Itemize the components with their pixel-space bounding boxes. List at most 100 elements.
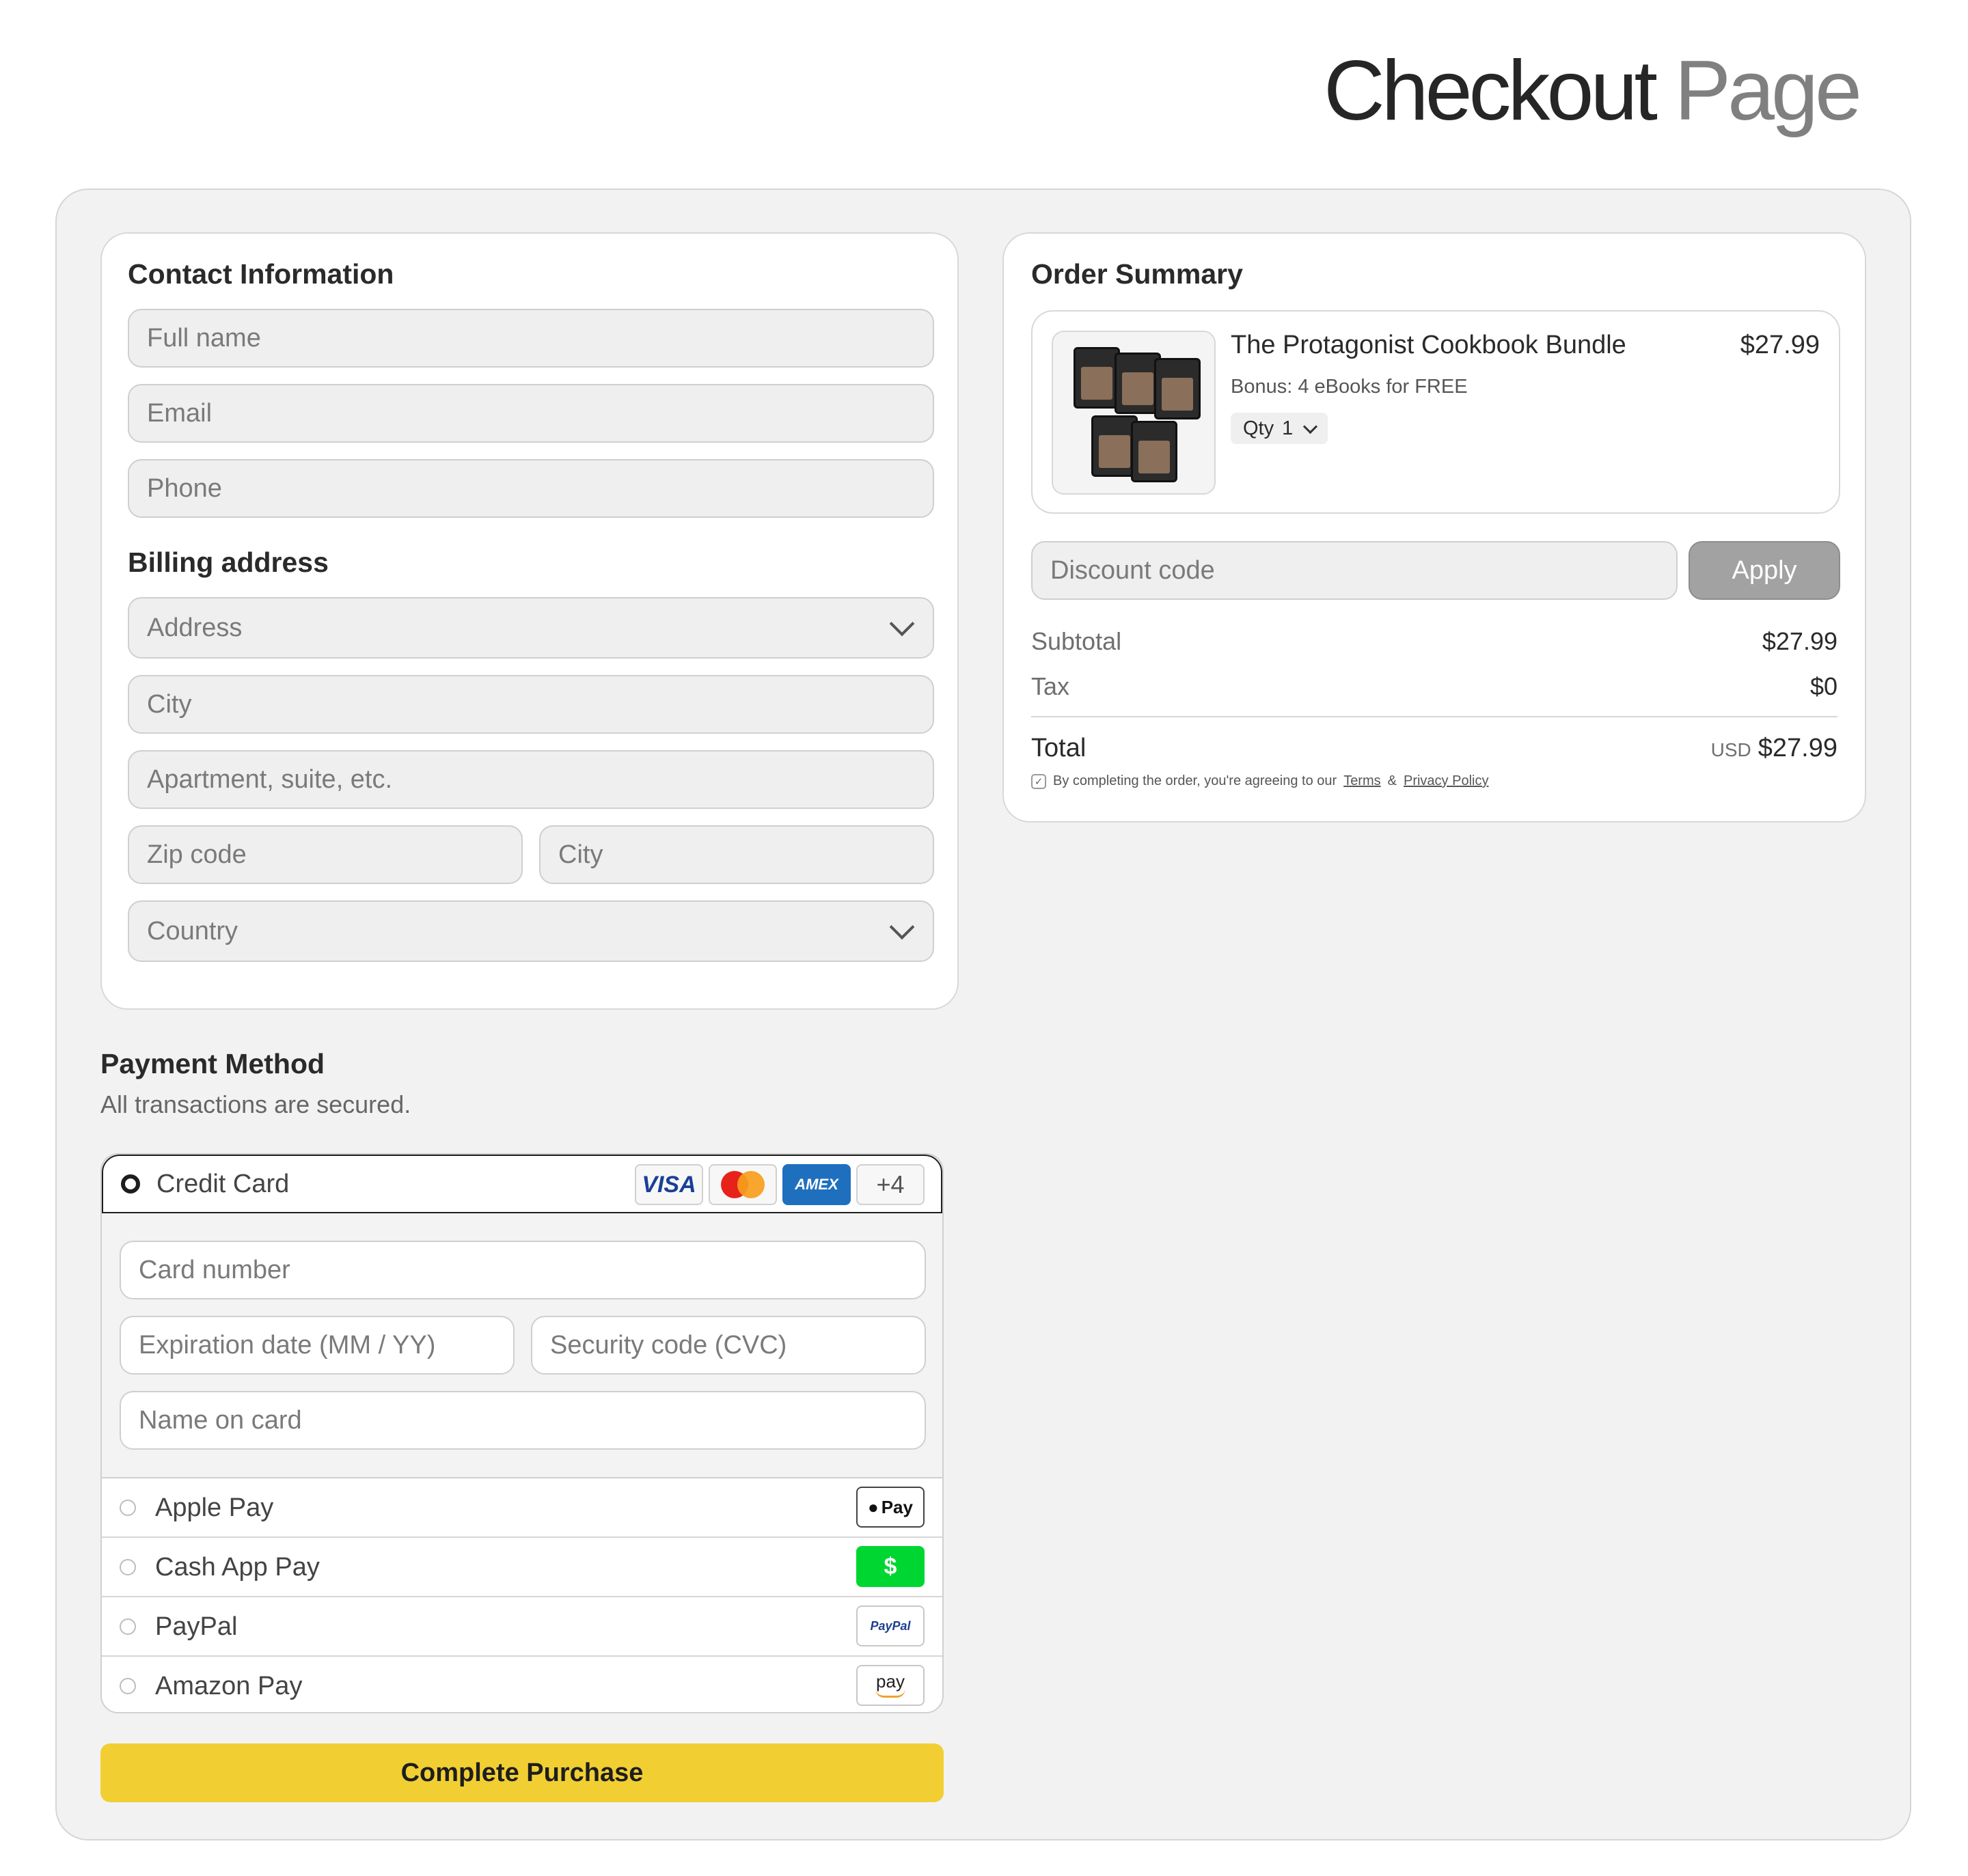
terms-link[interactable]: Terms xyxy=(1343,773,1380,789)
product-bonus: Bonus: 4 eBooks for FREE xyxy=(1231,376,1468,398)
apply-button[interactable]: Apply xyxy=(1689,541,1840,600)
zip-code-placeholder: Zip code xyxy=(147,840,247,869)
qty-value: 1 xyxy=(1282,417,1294,439)
cash-app-pay-option[interactable]: Cash App Pay $ xyxy=(102,1538,942,1597)
amazon-pay-icon: pay xyxy=(856,1665,925,1706)
address-placeholder: Address xyxy=(147,613,243,642)
subtotal-value: $27.99 xyxy=(1762,627,1837,655)
expiration-date-placeholder: Expiration date (MM / YY) xyxy=(139,1330,436,1360)
page-title-part1: Checkout xyxy=(1324,44,1658,138)
security-code-input[interactable]: Security code (CVC) xyxy=(531,1316,926,1375)
apple-pay-icon: ● Pay xyxy=(856,1487,925,1528)
payment-options: Credit Card VISA AMEX +4 Card number Exp… xyxy=(100,1153,944,1713)
contact-card: Contact Information Full name Email Phon… xyxy=(100,232,959,1010)
amazon-smile-icon xyxy=(875,1689,905,1698)
more-brands-badge: +4 xyxy=(856,1164,925,1205)
amex-icon: AMEX xyxy=(782,1164,851,1205)
terms-checkbox[interactable]: ✓ xyxy=(1031,773,1046,789)
apartment-placeholder: Apartment, suite, etc. xyxy=(147,764,393,794)
chevron-down-icon xyxy=(889,914,915,940)
product-thumbnail xyxy=(1052,331,1216,495)
address-select[interactable]: Address xyxy=(128,597,934,659)
discount-code-input[interactable]: Discount code xyxy=(1031,541,1678,600)
city-secondary-placeholder: City xyxy=(558,840,603,869)
tax-value: $0 xyxy=(1809,672,1837,700)
terms-text: By completing the order, you're agreeing… xyxy=(1053,773,1337,788)
phone-placeholder: Phone xyxy=(147,473,222,503)
apple-pay-label: Apple Pay xyxy=(155,1493,274,1522)
apartment-field[interactable]: Apartment, suite, etc. xyxy=(128,750,934,809)
total-value: USD $27.99 xyxy=(1711,734,1837,763)
product-item: The Protagonist Cookbook Bundle $27.99 B… xyxy=(1031,310,1840,514)
email-field[interactable]: Email xyxy=(128,384,934,443)
visa-icon: VISA xyxy=(635,1164,703,1205)
credit-card-form: Card number Expiration date (MM / YY) Se… xyxy=(102,1213,942,1478)
terms-agreement: ✓ By completing the order, you're agreei… xyxy=(1031,773,1488,789)
book-cover-icon xyxy=(1074,347,1120,409)
book-cover-icon xyxy=(1131,421,1177,482)
order-summary-card: Order Summary The Protagonist Cookbook B… xyxy=(1002,232,1866,823)
full-name-field[interactable]: Full name xyxy=(128,309,934,368)
apple-pay-radio[interactable] xyxy=(120,1500,136,1516)
qty-label: Qty xyxy=(1243,417,1274,439)
privacy-policy-link[interactable]: Privacy Policy xyxy=(1404,773,1488,789)
city-field[interactable]: City xyxy=(128,675,934,734)
complete-purchase-button[interactable]: Complete Purchase xyxy=(100,1743,944,1802)
cash-app-badge-text: $ xyxy=(884,1553,897,1580)
cash-app-pay-label: Cash App Pay xyxy=(155,1553,320,1582)
paypal-label: PayPal xyxy=(155,1612,238,1641)
quantity-select[interactable]: Qty 1 xyxy=(1231,413,1328,444)
paypal-icon: PayPal xyxy=(856,1605,925,1646)
city-secondary-field[interactable]: City xyxy=(539,825,934,884)
billing-title: Billing address xyxy=(128,547,329,578)
amazon-pay-radio[interactable] xyxy=(120,1678,136,1694)
product-price: $27.99 xyxy=(1740,331,1820,359)
chevron-down-icon xyxy=(1303,419,1318,434)
amazon-pay-badge-text: pay xyxy=(876,1670,905,1692)
tax-label: Tax xyxy=(1031,672,1070,700)
payment-method-subtitle: All transactions are secured. xyxy=(100,1090,411,1118)
page-title: Checkout Page xyxy=(1324,42,1862,139)
credit-card-option[interactable]: Credit Card VISA AMEX +4 xyxy=(102,1155,942,1213)
payment-method-title: Payment Method xyxy=(100,1048,325,1079)
phone-field[interactable]: Phone xyxy=(128,459,934,518)
cash-app-pay-radio[interactable] xyxy=(120,1559,136,1575)
apple-pay-badge-text: Pay xyxy=(881,1496,913,1517)
zip-code-field[interactable]: Zip code xyxy=(128,825,523,884)
discount-code-placeholder: Discount code xyxy=(1050,555,1215,585)
country-select[interactable]: Country xyxy=(128,900,934,962)
name-on-card-input[interactable]: Name on card xyxy=(120,1391,926,1450)
page-title-part2: Page xyxy=(1674,44,1862,138)
mastercard-circles xyxy=(721,1171,765,1198)
credit-card-label: Credit Card xyxy=(156,1170,290,1198)
amazon-pay-option[interactable]: Amazon Pay pay xyxy=(102,1657,942,1712)
total-currency: USD xyxy=(1710,739,1751,760)
cash-app-icon: $ xyxy=(856,1546,925,1587)
summary-divider xyxy=(1031,716,1837,717)
total-label: Total xyxy=(1031,734,1086,762)
product-name: The Protagonist Cookbook Bundle xyxy=(1231,331,1626,359)
paypal-radio[interactable] xyxy=(120,1618,136,1635)
expiration-date-input[interactable]: Expiration date (MM / YY) xyxy=(120,1316,515,1375)
mastercard-icon xyxy=(709,1164,777,1205)
apple-pay-option[interactable]: Apple Pay ● Pay xyxy=(102,1478,942,1538)
more-brands-text: +4 xyxy=(876,1170,905,1198)
terms-amp: & xyxy=(1387,773,1397,788)
contact-title: Contact Information xyxy=(128,258,394,290)
subtotal-label: Subtotal xyxy=(1031,627,1122,655)
paypal-badge-text: PayPal xyxy=(870,1618,911,1633)
country-placeholder: Country xyxy=(147,916,238,946)
card-number-placeholder: Card number xyxy=(139,1255,290,1284)
email-placeholder: Email xyxy=(147,398,213,428)
amazon-pay-label: Amazon Pay xyxy=(155,1672,303,1700)
amex-text: AMEX xyxy=(795,1176,838,1193)
book-cover-icon xyxy=(1154,358,1201,419)
apple-logo-icon: ● xyxy=(868,1496,879,1517)
full-name-placeholder: Full name xyxy=(147,323,261,353)
security-code-placeholder: Security code (CVC) xyxy=(550,1330,787,1360)
city-placeholder: City xyxy=(147,689,192,719)
paypal-option[interactable]: PayPal PayPal xyxy=(102,1597,942,1657)
card-number-input[interactable]: Card number xyxy=(120,1241,926,1299)
checkout-container: Contact Information Full name Email Phon… xyxy=(55,189,1911,1840)
credit-card-radio[interactable] xyxy=(121,1174,140,1194)
